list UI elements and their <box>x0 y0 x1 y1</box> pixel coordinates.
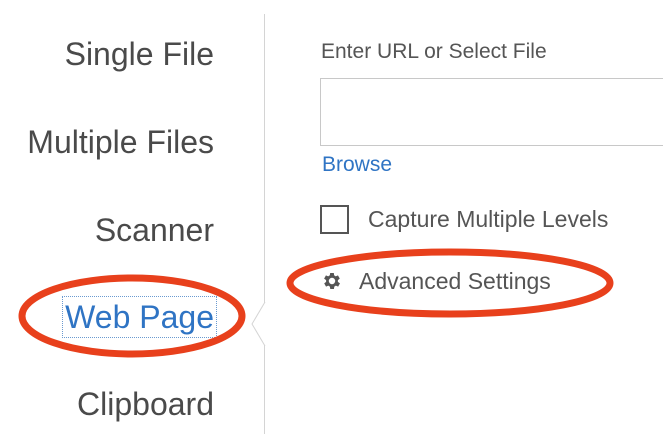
advanced-settings-button[interactable]: Advanced Settings <box>321 264 551 298</box>
gear-icon <box>324 273 340 289</box>
nav-item-label: Clipboard <box>77 386 214 422</box>
url-input[interactable] <box>320 78 663 146</box>
source-nav: Single File Multiple Files Scanner Web P… <box>0 0 264 434</box>
nav-item-single-file[interactable]: Single File <box>65 34 214 74</box>
nav-item-label: Multiple Files <box>27 124 214 160</box>
nav-item-multiple-files[interactable]: Multiple Files <box>27 122 214 162</box>
nav-item-label: Web Page <box>62 296 217 338</box>
browse-link[interactable]: Browse <box>322 153 392 177</box>
nav-item-clipboard[interactable]: Clipboard <box>77 384 214 424</box>
web-page-panel: Enter URL or Select File Browse Capture … <box>265 0 663 434</box>
nav-item-scanner[interactable]: Scanner <box>95 210 214 250</box>
advanced-settings-label: Advanced Settings <box>359 267 551 294</box>
capture-multiple-levels-checkbox[interactable] <box>320 205 349 234</box>
capture-multiple-levels-label[interactable]: Capture Multiple Levels <box>368 206 608 233</box>
nav-item-web-page[interactable]: Web Page <box>62 296 217 338</box>
nav-item-label: Single File <box>64 36 214 72</box>
url-field-label: Enter URL or Select File <box>321 40 547 63</box>
nav-item-label: Scanner <box>94 212 214 248</box>
